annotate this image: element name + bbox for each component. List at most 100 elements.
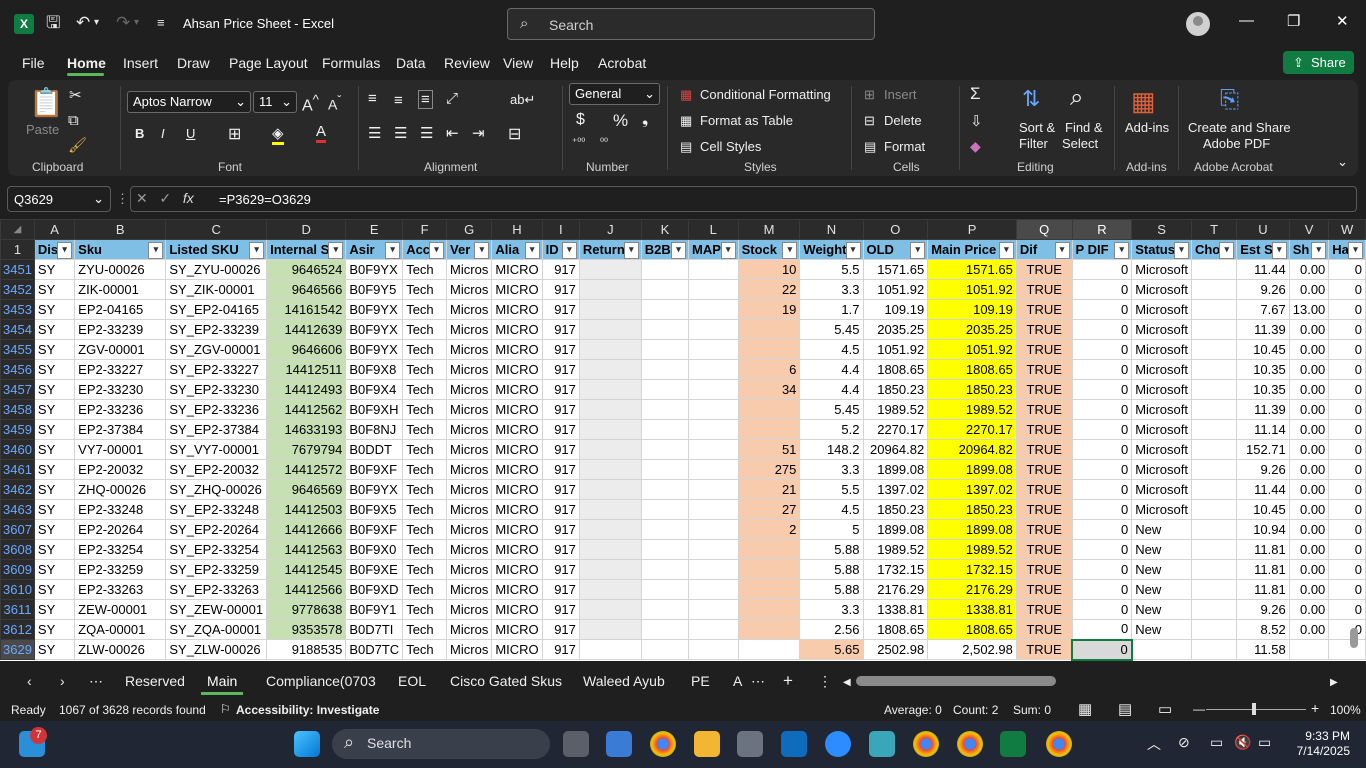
table-cell[interactable]: Micros <box>446 459 493 480</box>
table-cell[interactable]: 0.00 <box>1288 419 1330 440</box>
table-cell[interactable]: 917 <box>541 519 580 540</box>
undo-dropdown-icon[interactable]: ▾ <box>94 12 99 34</box>
table-cell[interactable] <box>1190 359 1238 380</box>
table-cell[interactable]: SY_ZLW-00026 <box>165 639 268 660</box>
table-cell[interactable]: 1850.23 <box>862 499 929 520</box>
table-cell[interactable]: TRUE <box>1015 399 1073 420</box>
table-cell[interactable]: B0F9Y5 <box>345 279 404 300</box>
filter-header-cell[interactable]: Asir <box>345 239 404 260</box>
format-as-table-button[interactable]: Format as Table <box>700 113 793 128</box>
table-cell[interactable]: ZQA-00001 <box>74 619 167 640</box>
more-tabs-icon[interactable]: ⋯ <box>751 673 765 690</box>
filter-header-cell[interactable]: P DIF <box>1071 239 1133 260</box>
table-cell[interactable]: 0 <box>1071 359 1133 380</box>
table-cell[interactable] <box>1190 259 1238 280</box>
table-cell[interactable]: 0 <box>1071 279 1133 300</box>
table-cell[interactable]: Microsoft <box>1131 279 1192 300</box>
table-cell[interactable]: Micros <box>446 639 493 660</box>
table-cell[interactable] <box>1190 299 1238 320</box>
table-cell[interactable]: 0 <box>1071 399 1133 420</box>
table-cell[interactable] <box>1190 579 1238 600</box>
table-cell[interactable]: TRUE <box>1015 619 1073 640</box>
row-number[interactable]: 3456 <box>0 359 35 380</box>
filter-header-cell[interactable]: Sku <box>74 239 167 260</box>
table-cell[interactable]: 11.39 <box>1236 319 1290 340</box>
normal-view-icon[interactable]: ▦ <box>1078 700 1092 718</box>
table-cell[interactable]: 11.81 <box>1236 539 1290 560</box>
table-cell[interactable]: 0.00 <box>1288 339 1330 360</box>
table-cell[interactable] <box>578 559 642 580</box>
table-cell[interactable]: SY_EP2-20264 <box>165 519 268 540</box>
table-cell[interactable]: ZLW-00026 <box>74 639 167 660</box>
table-cell[interactable]: SY_EP2-33254 <box>165 539 268 560</box>
table-cell[interactable]: 0 <box>1328 259 1366 280</box>
merge-center-icon[interactable]: ⊟ <box>508 124 521 144</box>
cancel-icon[interactable]: ✕ <box>136 190 148 206</box>
table-cell[interactable]: 0 <box>1071 379 1133 400</box>
filter-header-cell[interactable]: Weight <box>799 239 864 260</box>
table-cell[interactable]: SY_EP2-33239 <box>165 319 268 340</box>
table-cell[interactable]: 0 <box>1071 439 1133 460</box>
table-cell[interactable]: 5.88 <box>799 539 864 560</box>
table-cell[interactable]: 5.65 <box>799 639 864 660</box>
restore-icon[interactable]: ❐ <box>1287 12 1300 30</box>
font-name-select[interactable]: Aptos Narrow ⌄ <box>127 91 251 113</box>
table-cell[interactable]: B0F9XF <box>345 459 404 480</box>
sheet-tab-pe[interactable]: PE <box>691 673 710 689</box>
undo-icon[interactable]: ↶ <box>76 12 90 34</box>
prev-sheet-icon[interactable]: ‹ <box>27 673 32 689</box>
filter-header-cell[interactable]: Internal S <box>266 239 347 260</box>
table-cell[interactable]: TRUE <box>1015 499 1073 520</box>
table-cell[interactable] <box>1190 459 1238 480</box>
table-cell[interactable]: 2035.25 <box>927 319 1017 340</box>
table-cell[interactable] <box>578 499 642 520</box>
table-cell[interactable]: EP2-37384 <box>74 419 167 440</box>
table-cell[interactable]: TRUE <box>1015 259 1073 280</box>
table-cell[interactable]: B0D7TI <box>345 619 404 640</box>
table-cell[interactable] <box>578 399 642 420</box>
column-header[interactable]: I <box>541 219 580 240</box>
tab-help[interactable]: Help <box>550 55 579 71</box>
table-cell[interactable]: 917 <box>541 419 580 440</box>
table-cell[interactable] <box>737 559 801 580</box>
table-cell[interactable]: 1989.52 <box>862 399 929 420</box>
zoom-out-icon[interactable]: — <box>1193 702 1205 716</box>
filter-header-cell[interactable]: Cho <box>1190 239 1238 260</box>
table-cell[interactable] <box>688 639 739 660</box>
create-pdf-label-2[interactable]: Adobe PDF <box>1203 136 1270 151</box>
table-cell[interactable] <box>640 339 690 360</box>
table-cell[interactable]: MICRO <box>491 399 543 420</box>
table-cell[interactable]: 0 <box>1328 319 1366 340</box>
table-cell[interactable]: 0 <box>1071 339 1133 360</box>
table-cell[interactable]: 11.81 <box>1236 559 1290 580</box>
table-cell[interactable]: SY_EP2-04165 <box>165 299 268 320</box>
table-cell[interactable]: B0D7TC <box>345 639 404 660</box>
table-cell[interactable]: 5.45 <box>799 399 864 420</box>
zoom-in-icon[interactable]: + <box>1311 700 1319 716</box>
table-cell[interactable]: SY <box>33 539 76 560</box>
filter-header-cell[interactable]: Sh <box>1288 239 1330 260</box>
table-cell[interactable]: Micros <box>446 339 493 360</box>
table-cell[interactable]: Tech <box>402 639 448 660</box>
table-cell[interactable]: 0.00 <box>1288 259 1330 280</box>
table-cell[interactable]: SY <box>33 339 76 360</box>
table-cell[interactable]: 10.45 <box>1236 339 1290 360</box>
table-cell[interactable]: 0 <box>1328 419 1366 440</box>
row-number[interactable]: 3453 <box>0 299 35 320</box>
table-cell[interactable]: 10 <box>737 259 801 280</box>
row-number[interactable]: 3458 <box>0 399 35 420</box>
sheet-tab-main[interactable]: Main <box>207 673 237 689</box>
bold-icon[interactable]: B <box>135 126 144 141</box>
chevron-up-icon[interactable]: ︿ <box>1147 734 1161 754</box>
table-cell[interactable]: 20964.82 <box>862 439 929 460</box>
table-cell[interactable] <box>1190 419 1238 440</box>
table-cell[interactable]: 7.67 <box>1236 299 1290 320</box>
table-cell[interactable] <box>578 339 642 360</box>
table-cell[interactable]: SY <box>33 599 76 620</box>
fx-icon[interactable]: fx <box>183 190 194 206</box>
column-header[interactable]: N <box>799 219 864 240</box>
find-select-label-2[interactable]: Select <box>1062 136 1098 151</box>
table-cell[interactable]: 3.3 <box>799 279 864 300</box>
table-cell[interactable]: MICRO <box>491 479 543 500</box>
table-cell[interactable] <box>640 279 690 300</box>
